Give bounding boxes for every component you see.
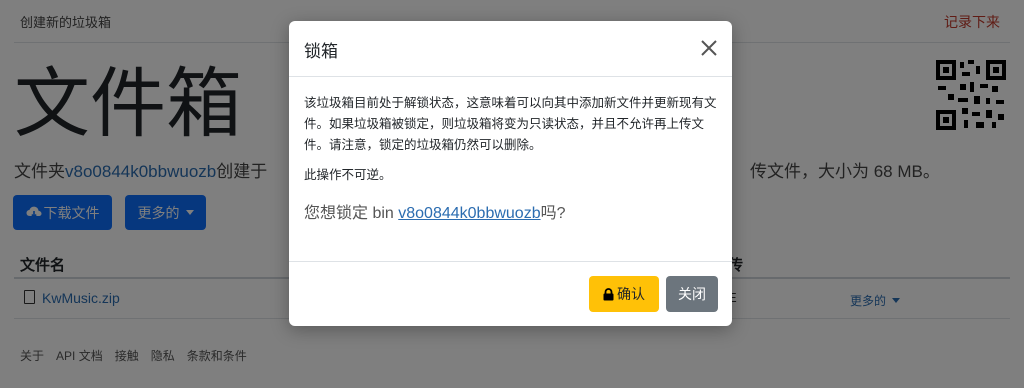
lock-bin-modal: 锁箱 该垃圾箱目前处于解锁状态，这意味着可以向其中添加新文件并更新现有文件。如果… <box>289 21 732 326</box>
modal-explanation: 该垃圾箱目前处于解锁状态，这意味着可以向其中添加新文件并更新现有文件。如果垃圾箱… <box>304 96 717 152</box>
modal-question: 您想锁定 bin v8o0844k0bbwuozb吗? <box>304 199 717 223</box>
modal-header: 锁箱 <box>289 21 732 77</box>
confirm-label: 确认 <box>617 286 645 302</box>
close-label: 关闭 <box>678 286 706 302</box>
modal-title: 锁箱 <box>304 42 338 61</box>
question-prefix: 您想锁定 bin <box>304 205 399 222</box>
close-button[interactable]: 关闭 <box>666 276 718 312</box>
confirm-button[interactable]: 确认 <box>589 276 659 312</box>
question-bin-link[interactable]: v8o0844k0bbwuozb <box>398 205 540 222</box>
lock-icon <box>603 287 614 300</box>
question-suffix: 吗? <box>540 205 566 222</box>
modal-footer: 确认 关闭 <box>289 261 732 326</box>
modal-body: 该垃圾箱目前处于解锁状态，这意味着可以向其中添加新文件并更新现有文件。如果垃圾箱… <box>304 93 717 223</box>
modal-warning: 此操作不可逆。 <box>304 168 392 182</box>
close-icon[interactable] <box>698 37 720 59</box>
